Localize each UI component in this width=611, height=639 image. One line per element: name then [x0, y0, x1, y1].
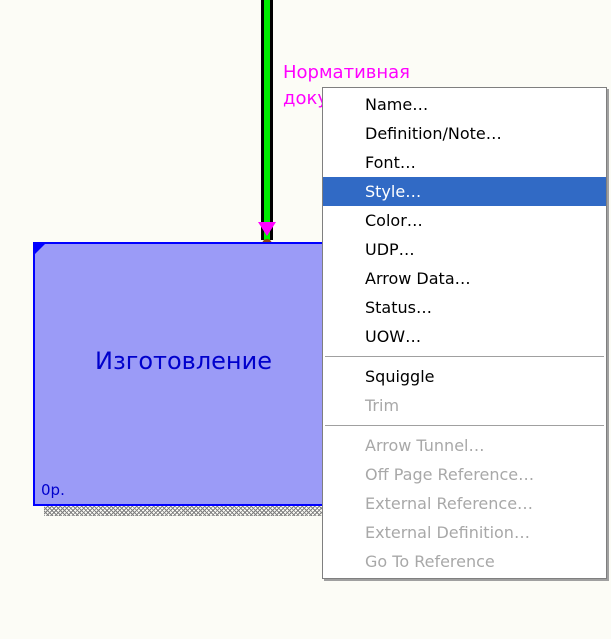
menu-item-style[interactable]: Style… [323, 177, 606, 206]
menu-item-off-page-reference: Off Page Reference… [365, 465, 535, 484]
menu-item-uow[interactable]: UOW… [323, 322, 606, 351]
activity-box-shadow [44, 506, 344, 516]
activity-cost: 0р. [41, 481, 65, 499]
activity-title: Изготовление [95, 347, 272, 375]
menu-separator [325, 356, 604, 357]
menu-item-go-to-reference: Go To Reference [365, 552, 495, 571]
menu-item-udp[interactable]: UDP… [323, 235, 606, 264]
menu-separator [325, 425, 604, 426]
diagram-canvas[interactable]: Нормативная доку Изготовление 0р. Name… … [0, 0, 611, 639]
menu-item-definition-note[interactable]: Definition/Note… [323, 119, 606, 148]
arrow-line[interactable] [261, 0, 273, 240]
menu-item-trim: Trim [365, 396, 400, 415]
arrow-head-icon [258, 222, 276, 236]
menu-item-external-reference: External Reference… [365, 494, 534, 513]
context-menu: Name… Definition/Note… Font… Style… Colo… [322, 87, 607, 579]
menu-item-arrow-tunnel: Arrow Tunnel… [365, 436, 485, 455]
menu-item-color[interactable]: Color… [323, 206, 606, 235]
menu-item-font[interactable]: Font… [323, 148, 606, 177]
activity-box[interactable]: Изготовление 0р. [33, 242, 343, 506]
menu-item-status[interactable]: Status… [323, 293, 606, 322]
arrow-label-line1: Нормативная [283, 62, 411, 83]
menu-item-external-definition: External Definition… [365, 523, 530, 542]
menu-item-squiggle[interactable]: Squiggle [323, 362, 606, 391]
menu-item-arrow-data[interactable]: Arrow Data… [323, 264, 606, 293]
menu-item-name[interactable]: Name… [323, 90, 606, 119]
box-corner-marker [35, 244, 45, 254]
